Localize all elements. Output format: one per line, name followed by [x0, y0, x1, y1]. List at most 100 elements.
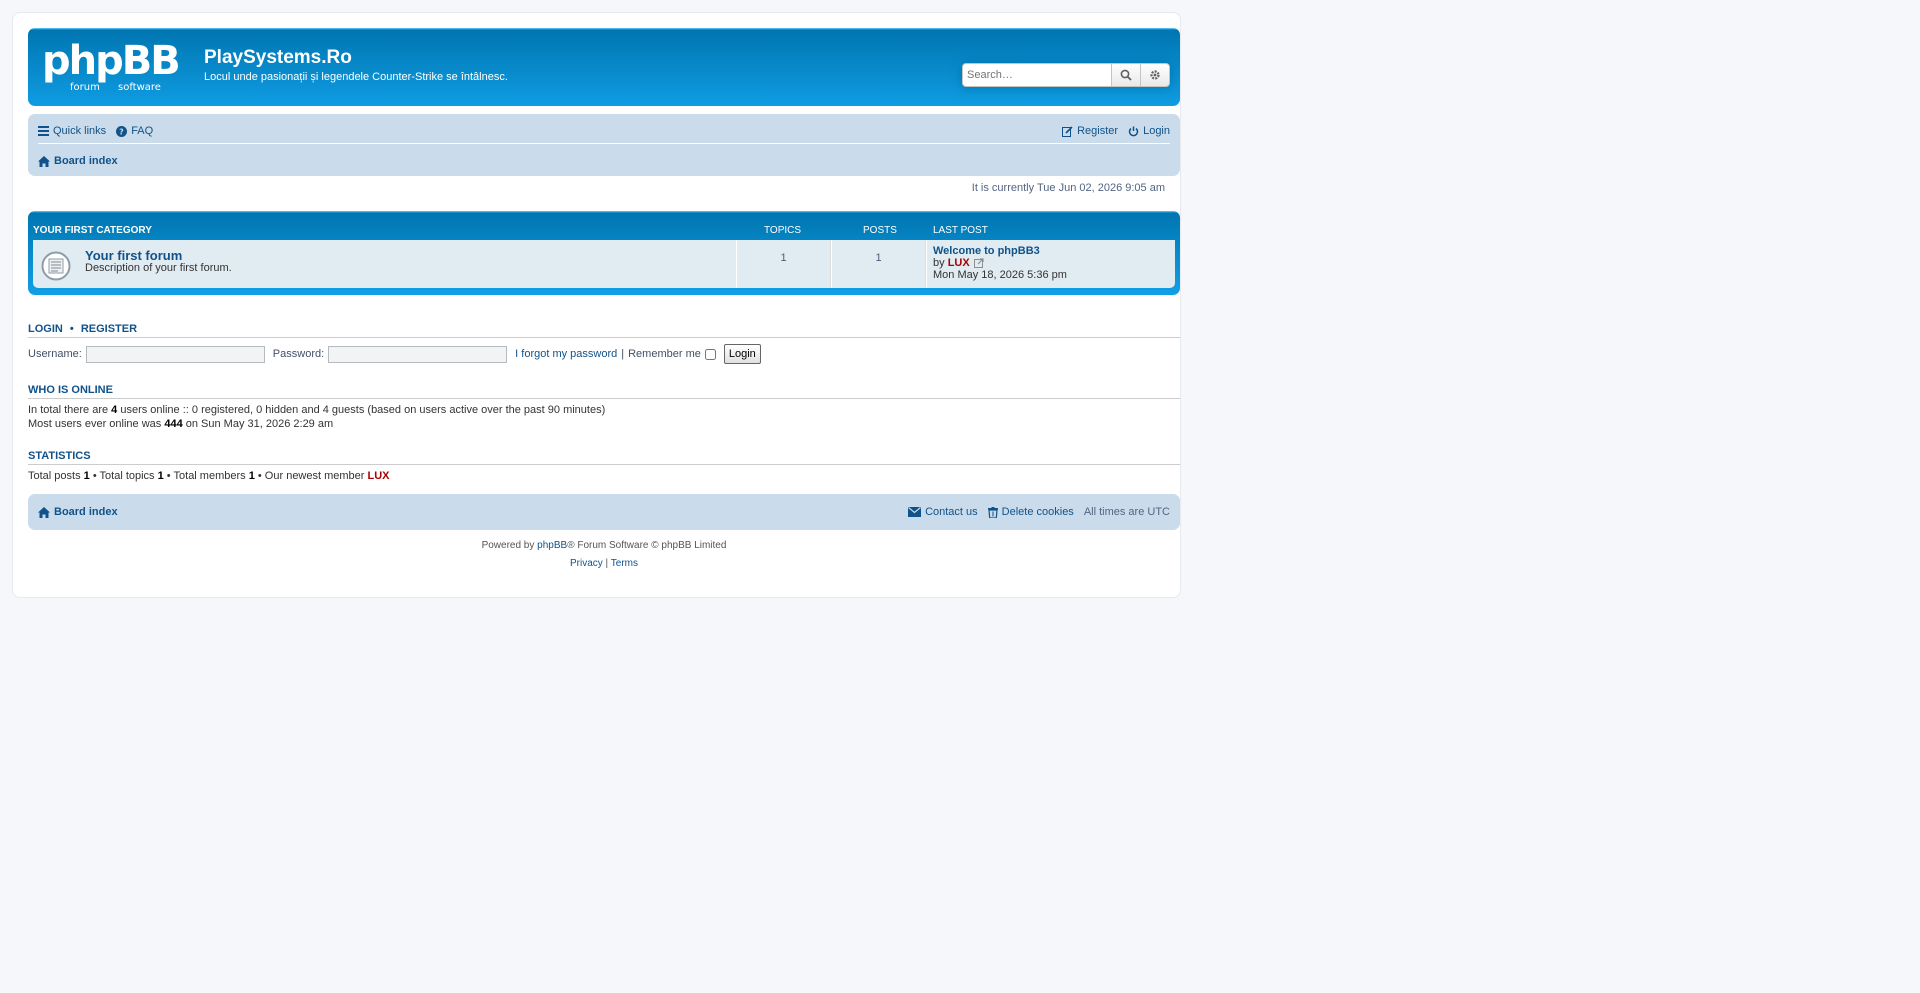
statistics-title: Statistics — [28, 450, 1180, 465]
record-text-b: on Sun May 31, 2026 2:29 am — [182, 418, 334, 430]
privacy-link[interactable]: Privacy — [570, 558, 603, 569]
login-form: Username: Password: I forgot my password… — [28, 344, 1180, 364]
footer-navbar: Board index Contact us Delete cookies Al… — [28, 494, 1180, 530]
home-icon — [38, 506, 50, 518]
faq-link[interactable]: ? FAQ — [116, 125, 153, 137]
online-record: Most users ever online was 444 on Sun Ma… — [28, 417, 1180, 431]
search-input[interactable] — [962, 63, 1112, 87]
quick-links-button[interactable]: Quick links — [38, 125, 106, 137]
username-label: Username: — [28, 348, 82, 360]
delete-cookies-label: Delete cookies — [1001, 506, 1074, 518]
trash-icon — [987, 506, 998, 518]
statistics-line: Total posts 1 • Total topics 1 • Total m… — [28, 469, 1180, 483]
timezone-label: All times are — [1083, 506, 1148, 518]
gear-icon — [1150, 70, 1160, 80]
category-header: Your first category Topics Posts Last po… — [33, 225, 1175, 237]
login-section-title: Login • Register — [28, 323, 1180, 338]
powered-by: Powered by phpBB® Forum Software © phpBB… — [28, 540, 1180, 551]
timezone-info: All times are UTC — [1084, 506, 1170, 518]
forum-description: Description of your first forum. — [85, 262, 232, 274]
category-block: Your first category Topics Posts Last po… — [28, 211, 1180, 295]
advanced-search-button[interactable] — [1141, 63, 1170, 87]
online-text-b: users online :: 0 registered, 0 hidden a… — [117, 404, 606, 416]
quick-links-label: Quick links — [53, 125, 107, 137]
question-circle-icon: ? — [116, 125, 128, 137]
logo-text: phpBB — [42, 40, 179, 84]
login-section: Login • Register Username: Password: I f… — [28, 323, 1180, 364]
delete-cookies-link[interactable]: Delete cookies — [987, 506, 1074, 518]
who-is-online-title: Who is online — [28, 384, 1180, 399]
stat-posts-label: Total posts — [28, 470, 84, 482]
breadcrumb-board-index[interactable]: Board index — [38, 155, 118, 167]
header-bar: phpBB forum software PlaySystems.Ro Locu… — [28, 28, 1180, 106]
newest-member-link[interactable]: LUX — [368, 470, 390, 482]
breadcrumb: Board index — [38, 152, 128, 170]
page-wrapper: phpBB forum software PlaySystems.Ro Locu… — [12, 12, 1181, 598]
search-icon — [1120, 69, 1132, 81]
record-max: 444 — [164, 418, 183, 430]
register-link[interactable]: Register — [1062, 125, 1118, 137]
online-summary: In total there are 4 users online :: 0 r… — [28, 403, 1180, 417]
home-icon — [38, 155, 50, 167]
footer-board-index[interactable]: Board index — [38, 506, 118, 518]
legal-pipe: | — [602, 558, 611, 569]
login-heading-link[interactable]: Login — [28, 323, 63, 335]
login-link[interactable]: Login — [1128, 125, 1170, 137]
site-title: PlaySystems.Ro — [204, 47, 352, 68]
remember-me-label: Remember me — [628, 348, 701, 360]
logo-sub-right: software — [118, 82, 161, 92]
statistics-section: Statistics Total posts 1 • Total topics … — [28, 450, 1180, 483]
search-button[interactable] — [1112, 63, 1141, 87]
password-field[interactable] — [328, 345, 508, 363]
edit-icon — [1062, 125, 1073, 137]
site-description: Locul unde pasionații și legendele Count… — [204, 71, 508, 83]
forgot-password-link[interactable]: I forgot my password — [515, 348, 617, 360]
stat-members-label: • Total members — [163, 470, 249, 482]
forum-topics-count: 1 — [736, 240, 831, 288]
current-time: It is currently Tue Jun 02, 2026 9:05 am — [971, 182, 1165, 194]
login-register-separator: • — [69, 323, 74, 335]
footer-legal-links: Privacy | Terms — [28, 558, 1180, 569]
powered-by-label: Powered by — [481, 540, 538, 551]
who-is-online-link[interactable]: Who is online — [28, 384, 113, 396]
username-field[interactable] — [85, 345, 265, 363]
envelope-icon — [908, 507, 922, 517]
last-post-title[interactable]: Welcome to phpBB3 — [933, 245, 1040, 257]
navbar-divider — [38, 143, 1170, 144]
login-pipe: | — [621, 348, 625, 360]
register-heading-link[interactable]: Register — [81, 323, 137, 335]
external-link-icon — [973, 258, 984, 268]
faq-label: FAQ — [131, 125, 154, 137]
col-last-post-header: Last post — [933, 225, 988, 236]
board-index-label: Board index — [54, 155, 118, 167]
phpbb-logo[interactable]: phpBB forum software — [42, 38, 194, 93]
who-is-online-section: Who is online In total there are 4 users… — [28, 384, 1180, 431]
login-submit-button[interactable]: Login — [723, 344, 761, 364]
forum-title[interactable]: Your first forum — [85, 248, 182, 263]
stat-topics-label: • Total topics — [89, 470, 158, 482]
contact-us-label: Contact us — [925, 506, 978, 518]
menu-icon — [38, 126, 49, 136]
footer-board-index-label: Board index — [54, 506, 118, 518]
forum-read-icon — [41, 251, 71, 284]
category-title[interactable]: Your first category — [33, 225, 152, 236]
powered-suffix: ® Forum Software © phpBB Limited — [567, 540, 727, 551]
col-posts-header: Posts — [863, 225, 897, 236]
register-label: Register — [1077, 125, 1119, 137]
remember-me-checkbox[interactable] — [704, 348, 716, 360]
online-text-a: In total there are — [28, 404, 112, 416]
last-post-author[interactable]: LUX — [948, 257, 970, 269]
terms-link[interactable]: Terms — [611, 558, 638, 569]
view-latest-post-button[interactable] — [973, 258, 984, 268]
navbar: Quick links ? FAQ Register Login Board i… — [28, 114, 1180, 176]
record-text-a: Most users ever online was — [28, 418, 165, 430]
forum-row: Your first forum Description of your fir… — [33, 240, 1175, 288]
contact-us-link[interactable]: Contact us — [908, 506, 978, 518]
timezone-value: UTC — [1147, 506, 1170, 518]
last-post-by-label: by — [933, 257, 945, 269]
phpbb-link[interactable]: phpBB — [537, 540, 567, 551]
last-post-date: Mon May 18, 2026 5:36 pm — [933, 269, 1067, 281]
col-topics-header: Topics — [764, 225, 802, 236]
search-box — [962, 63, 1170, 87]
logo-sub-left: forum — [70, 82, 100, 92]
